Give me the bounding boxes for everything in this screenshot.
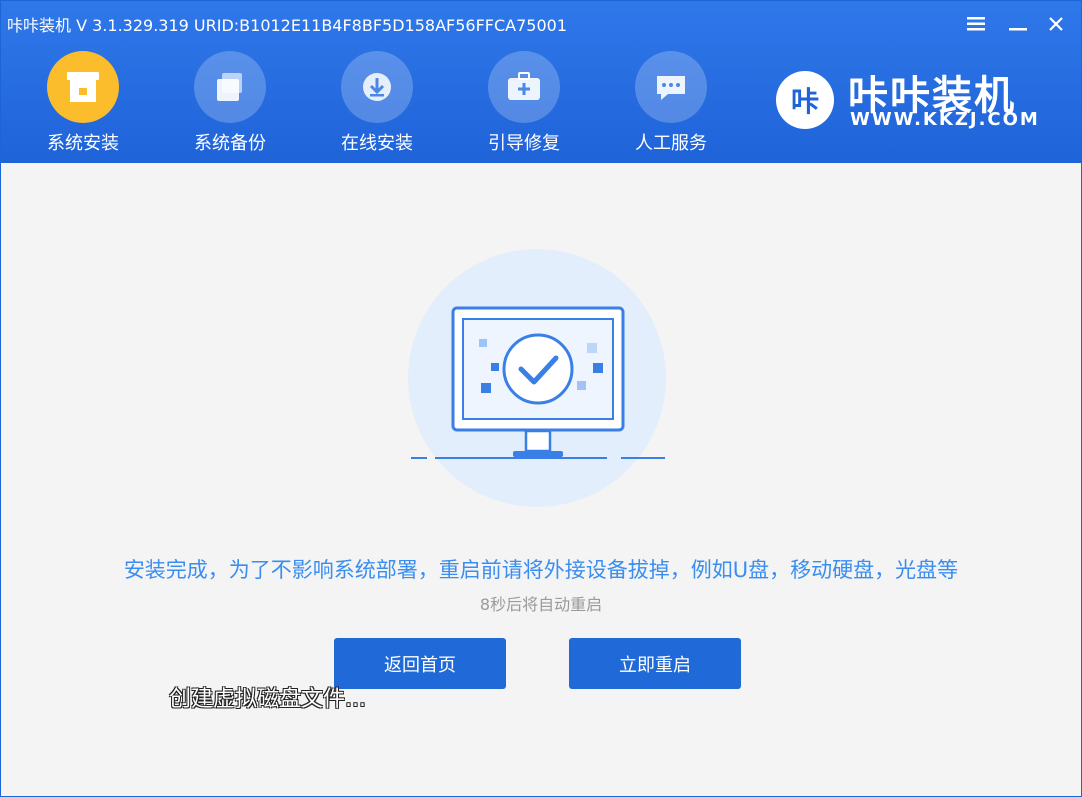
header-bar: 咔咔装机 V 3.1.329.319 URID:B1012E11B4F8BF5D… — [1, 1, 1081, 163]
restart-now-button[interactable]: 立即重启 — [569, 638, 741, 689]
restart-countdown: 8秒后将自动重启 — [479, 595, 603, 614]
nav-label: 引导修复 — [488, 133, 560, 154]
brand-logo: 咔 — [776, 71, 834, 129]
menu-button[interactable] — [961, 9, 991, 39]
system-backup-icon — [194, 51, 266, 123]
nav-system-install[interactable]: 系统安装 — [35, 51, 131, 157]
monitor-check-illustration — [411, 306, 665, 459]
completion-message: 安装完成，为了不影响系统部署，重启前请将外接设备拔掉，例如U盘，移动硬盘，光盘等 — [123, 558, 959, 582]
nav-system-backup[interactable]: 系统备份 — [182, 51, 278, 157]
installer-window: 咔咔装机 V 3.1.329.319 URID:B1012E11B4F8BF5D… — [0, 0, 1082, 797]
brand: 咔 咔咔装机 WWW.KKZJ.COM — [776, 57, 1066, 137]
window-title: 咔咔装机 V 3.1.329.319 URID:B1012E11B4F8BF5D… — [7, 16, 568, 35]
minimize-button[interactable] — [1003, 9, 1033, 39]
overlay-status-text: 创建虚拟磁盘文件... — [169, 687, 366, 712]
hamburger-icon — [967, 17, 985, 31]
nav-boot-repair[interactable]: 引导修复 — [476, 51, 572, 157]
nav-online-install[interactable]: 在线安装 — [329, 51, 425, 157]
nav-label: 在线安装 — [341, 133, 413, 154]
online-install-icon — [341, 51, 413, 123]
chat-service-icon — [635, 51, 707, 123]
nav-label: 人工服务 — [635, 133, 707, 154]
brand-url: WWW.KKZJ.COM — [850, 109, 1040, 130]
close-button[interactable] — [1041, 9, 1071, 39]
boot-repair-icon — [488, 51, 560, 123]
nav-label: 系统备份 — [194, 133, 266, 154]
close-icon — [1049, 17, 1063, 31]
system-install-icon — [47, 51, 119, 123]
nav-label: 系统安装 — [47, 133, 119, 154]
nav-chat-service[interactable]: 人工服务 — [623, 51, 719, 157]
minimize-icon — [1009, 28, 1027, 31]
